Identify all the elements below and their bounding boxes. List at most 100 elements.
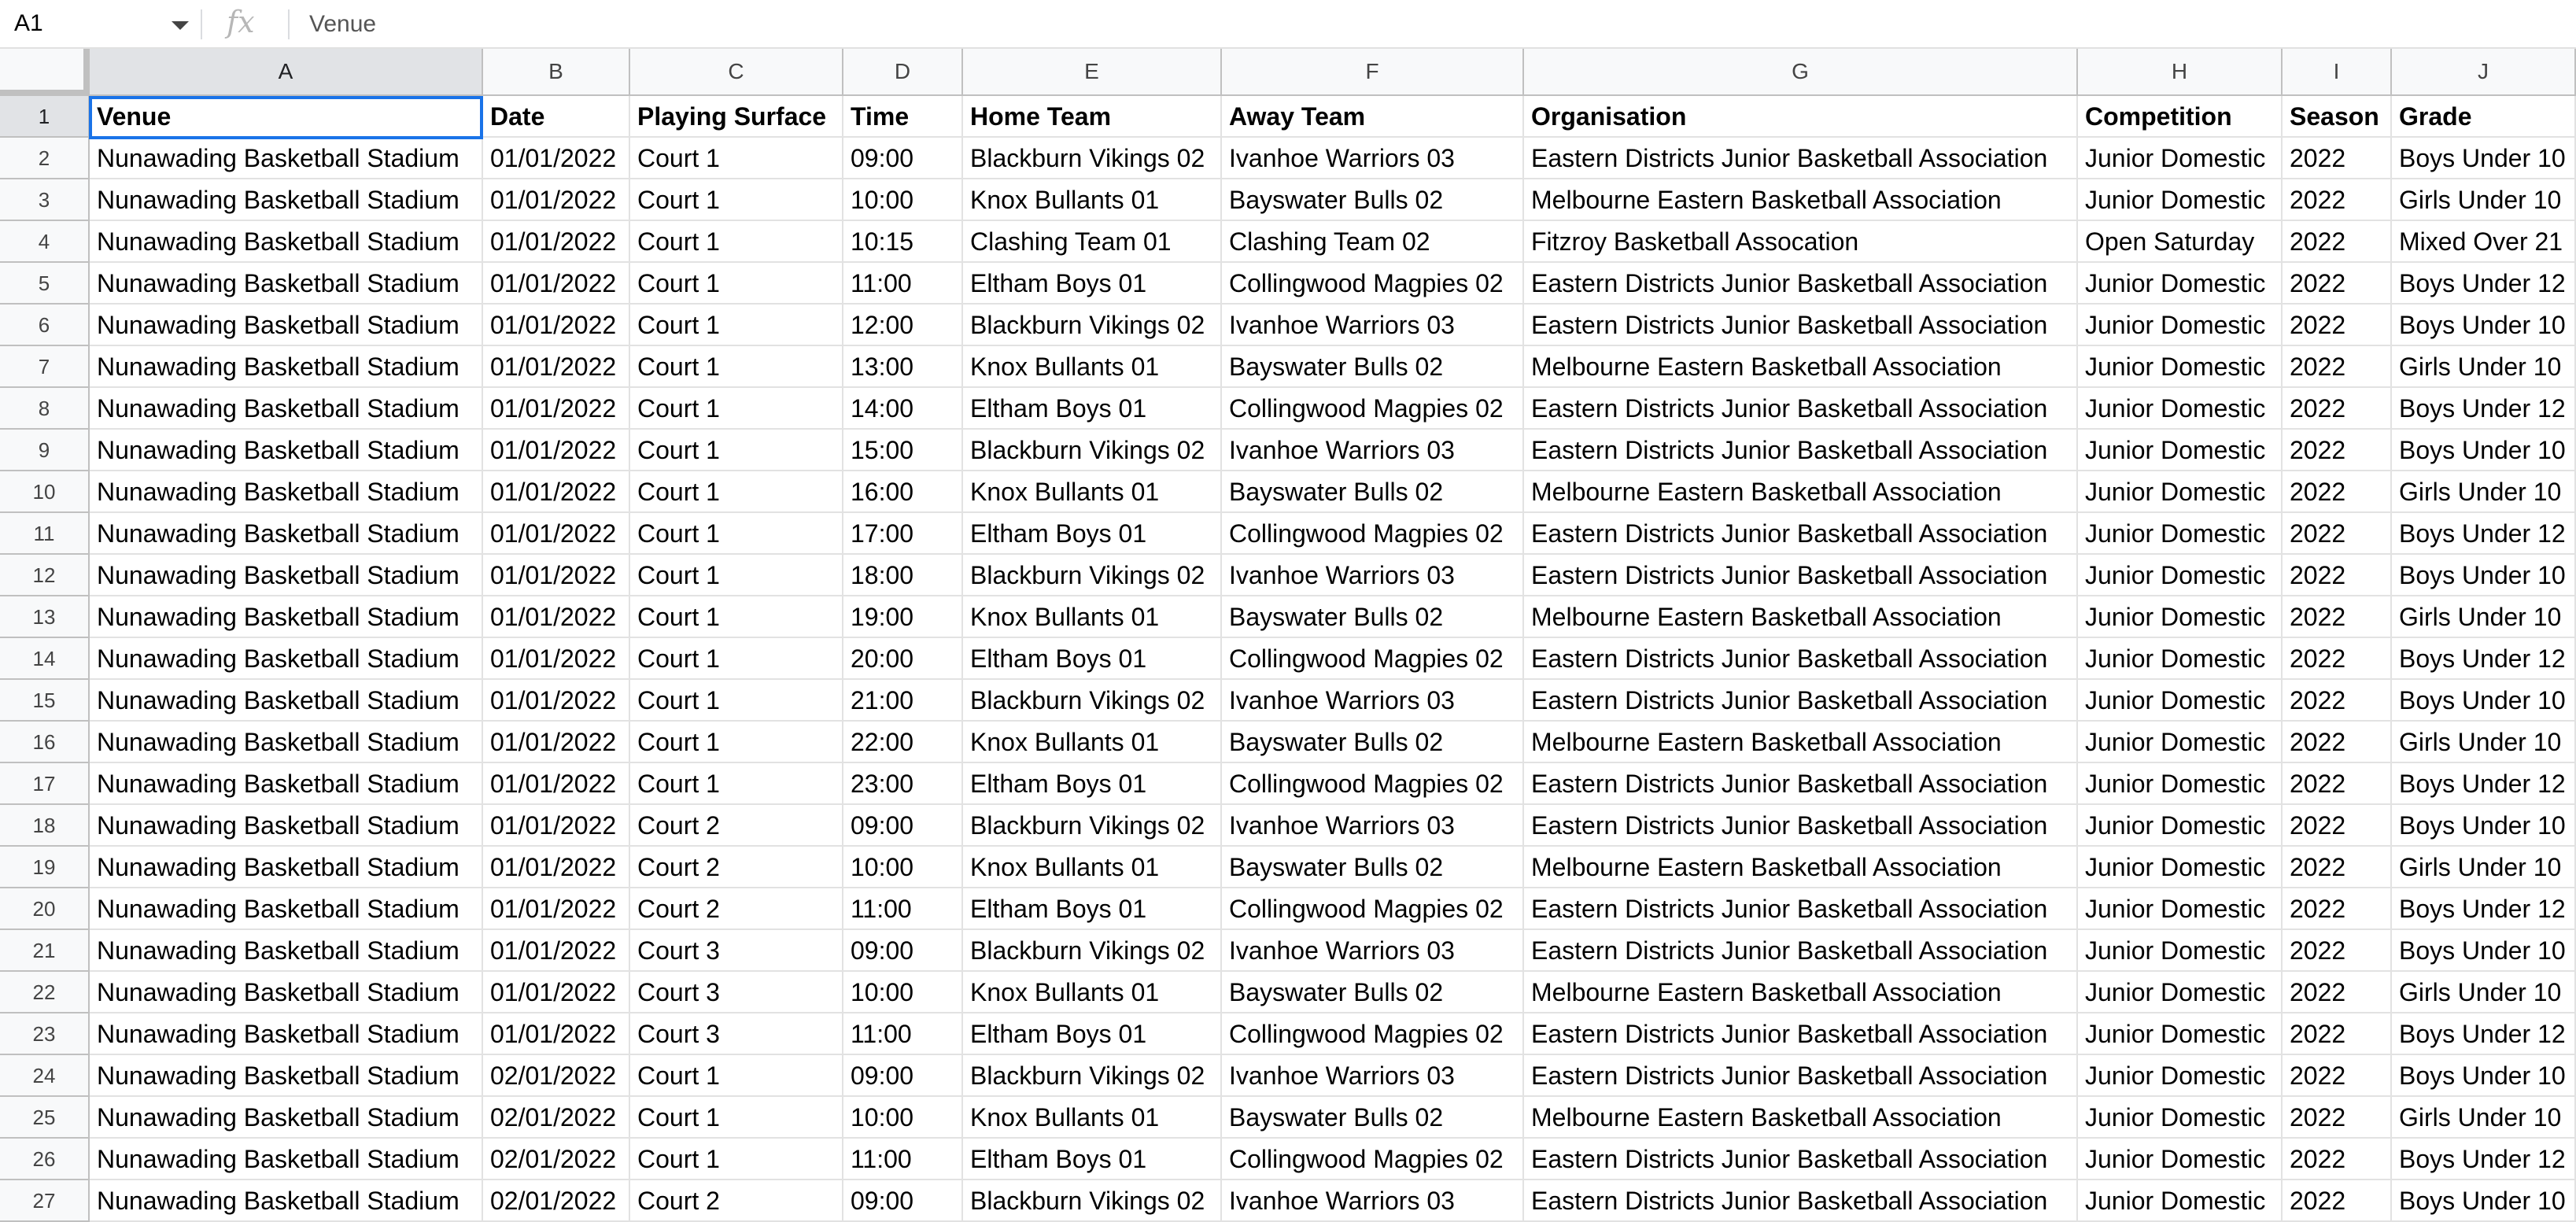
table-cell[interactable]: Boys Under 12 xyxy=(2392,763,2576,805)
table-cell[interactable]: Boys Under 12 xyxy=(2392,1139,2576,1180)
table-cell[interactable]: Eltham Boys 01 xyxy=(963,388,1222,430)
table-cell[interactable]: 17:00 xyxy=(843,513,963,555)
table-cell[interactable]: 16:00 xyxy=(843,471,963,513)
table-cell[interactable]: Court 1 xyxy=(630,346,843,388)
table-cell[interactable]: 09:00 xyxy=(843,805,963,847)
table-cell[interactable]: Ivanhoe Warriors 03 xyxy=(1222,430,1524,471)
header-cell[interactable]: Playing Surface xyxy=(630,96,843,138)
table-cell[interactable]: 2022 xyxy=(2283,388,2392,430)
table-cell[interactable]: Blackburn Vikings 02 xyxy=(963,680,1222,722)
table-cell[interactable]: Junior Domestic xyxy=(2078,263,2283,305)
table-cell[interactable]: Knox Bullants 01 xyxy=(963,471,1222,513)
table-cell[interactable]: Nunawading Basketball Stadium xyxy=(90,1180,483,1222)
table-cell[interactable]: 01/01/2022 xyxy=(483,638,630,680)
table-cell[interactable]: 01/01/2022 xyxy=(483,388,630,430)
table-cell[interactable]: Boys Under 10 xyxy=(2392,1180,2576,1222)
header-cell[interactable]: Grade xyxy=(2392,96,2576,138)
table-cell[interactable]: Junior Domestic xyxy=(2078,763,2283,805)
table-cell[interactable]: Eastern Districts Junior Basketball Asso… xyxy=(1524,388,2078,430)
table-cell[interactable]: Eastern Districts Junior Basketball Asso… xyxy=(1524,680,2078,722)
table-cell[interactable]: Nunawading Basketball Stadium xyxy=(90,596,483,638)
table-cell[interactable]: Court 2 xyxy=(630,805,843,847)
table-cell[interactable]: Blackburn Vikings 02 xyxy=(963,555,1222,596)
table-cell[interactable]: 14:00 xyxy=(843,388,963,430)
table-cell[interactable]: Junior Domestic xyxy=(2078,972,2283,1013)
table-cell[interactable]: Knox Bullants 01 xyxy=(963,972,1222,1013)
table-cell[interactable]: 2022 xyxy=(2283,305,2392,346)
table-cell[interactable]: 10:00 xyxy=(843,1097,963,1139)
table-cell[interactable]: Blackburn Vikings 02 xyxy=(963,805,1222,847)
table-cell[interactable]: Court 1 xyxy=(630,221,843,263)
table-cell[interactable]: Junior Domestic xyxy=(2078,596,2283,638)
header-cell[interactable]: Home Team xyxy=(963,96,1222,138)
table-cell[interactable]: Eastern Districts Junior Basketball Asso… xyxy=(1524,763,2078,805)
table-cell[interactable]: 01/01/2022 xyxy=(483,555,630,596)
table-cell[interactable]: Eastern Districts Junior Basketball Asso… xyxy=(1524,888,2078,930)
table-cell[interactable]: Eastern Districts Junior Basketball Asso… xyxy=(1524,513,2078,555)
table-cell[interactable]: 2022 xyxy=(2283,930,2392,972)
table-cell[interactable]: Junior Domestic xyxy=(2078,1013,2283,1055)
table-cell[interactable]: Bayswater Bulls 02 xyxy=(1222,847,1524,888)
table-cell[interactable]: Junior Domestic xyxy=(2078,513,2283,555)
table-cell[interactable]: 13:00 xyxy=(843,346,963,388)
table-cell[interactable]: Junior Domestic xyxy=(2078,847,2283,888)
table-cell[interactable]: Nunawading Basketball Stadium xyxy=(90,179,483,221)
table-cell[interactable]: Collingwood Magpies 02 xyxy=(1222,1139,1524,1180)
table-cell[interactable]: Ivanhoe Warriors 03 xyxy=(1222,138,1524,179)
table-cell[interactable]: Clashing Team 01 xyxy=(963,221,1222,263)
table-cell[interactable]: Nunawading Basketball Stadium xyxy=(90,847,483,888)
table-cell[interactable]: Knox Bullants 01 xyxy=(963,722,1222,763)
table-cell[interactable]: Eastern Districts Junior Basketball Asso… xyxy=(1524,1180,2078,1222)
header-cell[interactable]: Organisation xyxy=(1524,96,2078,138)
table-cell[interactable]: 23:00 xyxy=(843,763,963,805)
table-cell[interactable]: Court 1 xyxy=(630,680,843,722)
table-cell[interactable]: 01/01/2022 xyxy=(483,221,630,263)
table-cell[interactable]: Eastern Districts Junior Basketball Asso… xyxy=(1524,138,2078,179)
table-cell[interactable]: Court 2 xyxy=(630,1180,843,1222)
table-cell[interactable]: 02/01/2022 xyxy=(483,1055,630,1097)
table-cell[interactable]: Eltham Boys 01 xyxy=(963,1013,1222,1055)
table-cell[interactable]: Clashing Team 02 xyxy=(1222,221,1524,263)
table-cell[interactable]: 02/01/2022 xyxy=(483,1097,630,1139)
table-cell[interactable]: Court 1 xyxy=(630,1139,843,1180)
table-cell[interactable]: Collingwood Magpies 02 xyxy=(1222,263,1524,305)
table-cell[interactable]: Junior Domestic xyxy=(2078,471,2283,513)
table-cell[interactable]: Junior Domestic xyxy=(2078,1097,2283,1139)
table-cell[interactable]: 2022 xyxy=(2283,722,2392,763)
table-cell[interactable]: 10:00 xyxy=(843,972,963,1013)
table-cell[interactable]: 02/01/2022 xyxy=(483,1180,630,1222)
table-cell[interactable]: Collingwood Magpies 02 xyxy=(1222,513,1524,555)
table-cell[interactable]: Nunawading Basketball Stadium xyxy=(90,388,483,430)
table-cell[interactable]: 2022 xyxy=(2283,596,2392,638)
table-cell[interactable]: 2022 xyxy=(2283,555,2392,596)
table-cell[interactable]: 12:00 xyxy=(843,305,963,346)
table-cell[interactable]: 2022 xyxy=(2283,221,2392,263)
table-cell[interactable]: 01/01/2022 xyxy=(483,471,630,513)
table-cell[interactable]: Court 1 xyxy=(630,1055,843,1097)
table-cell[interactable]: 15:00 xyxy=(843,430,963,471)
table-cell[interactable]: Court 1 xyxy=(630,596,843,638)
table-cell[interactable]: Melbourne Eastern Basketball Association xyxy=(1524,346,2078,388)
table-cell[interactable]: Junior Domestic xyxy=(2078,388,2283,430)
table-cell[interactable]: Junior Domestic xyxy=(2078,930,2283,972)
table-cell[interactable]: Junior Domestic xyxy=(2078,138,2283,179)
table-cell[interactable]: Court 3 xyxy=(630,972,843,1013)
table-cell[interactable]: Girls Under 10 xyxy=(2392,179,2576,221)
table-cell[interactable]: 01/01/2022 xyxy=(483,930,630,972)
table-cell[interactable]: 10:15 xyxy=(843,221,963,263)
table-cell[interactable]: Melbourne Eastern Basketball Association xyxy=(1524,179,2078,221)
table-cell[interactable]: Fitzroy Basketball Assocation xyxy=(1524,221,2078,263)
header-cell[interactable]: Away Team xyxy=(1222,96,1524,138)
table-cell[interactable]: Junior Domestic xyxy=(2078,638,2283,680)
table-cell[interactable]: 2022 xyxy=(2283,1097,2392,1139)
header-cell[interactable]: Venue xyxy=(90,96,483,138)
table-cell[interactable]: Junior Domestic xyxy=(2078,888,2283,930)
table-cell[interactable]: Eastern Districts Junior Basketball Asso… xyxy=(1524,1013,2078,1055)
table-cell[interactable]: Ivanhoe Warriors 03 xyxy=(1222,305,1524,346)
table-cell[interactable]: Knox Bullants 01 xyxy=(963,346,1222,388)
table-cell[interactable]: Junior Domestic xyxy=(2078,179,2283,221)
table-cell[interactable]: 19:00 xyxy=(843,596,963,638)
table-cell[interactable]: Court 1 xyxy=(630,722,843,763)
table-cell[interactable]: 2022 xyxy=(2283,263,2392,305)
table-cell[interactable]: Girls Under 10 xyxy=(2392,847,2576,888)
